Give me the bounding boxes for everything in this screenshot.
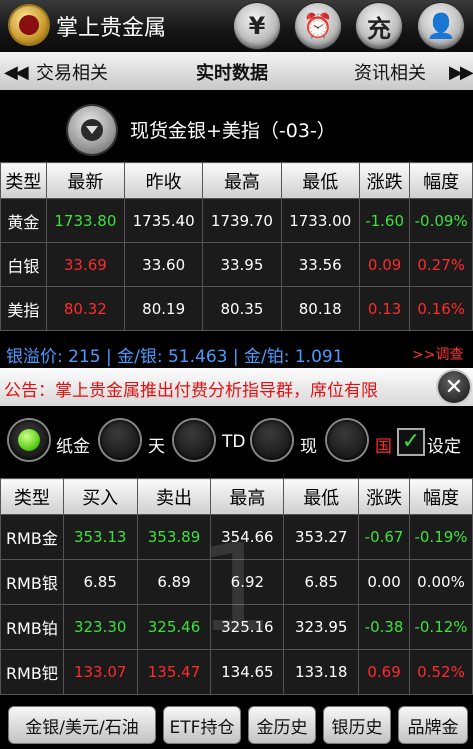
radio-paper-gold[interactable] <box>9 420 49 460</box>
cell-latest: 1733.80 <box>45 198 126 243</box>
cell-change: 0.00 <box>358 559 411 605</box>
cell-change: -0.67 <box>358 514 411 560</box>
cell-type: RMB金 <box>0 514 64 560</box>
gold-history-button[interactable]: 金历史 <box>248 706 316 744</box>
col-header: 最新 <box>45 162 126 199</box>
notice-text[interactable]: 公告：掌上贵金属推出付费分析指导群，席位有限 <box>4 376 378 401</box>
radio-label-paper-gold: 纸金 <box>56 437 90 457</box>
col-header: 买入 <box>62 478 138 515</box>
cell-buy: 6.85 <box>62 559 138 605</box>
cell-pct: 0.16% <box>409 286 473 331</box>
radio-tian[interactable] <box>100 420 140 460</box>
radio-label-guo: 国 <box>375 437 392 457</box>
radio-label-td: TD <box>222 432 246 452</box>
cell-high: 80.35 <box>202 286 282 331</box>
tab-realtime[interactable]: 实时数据 <box>196 59 268 85</box>
col-header: 涨跌 <box>358 478 411 515</box>
tab-trade[interactable]: 交易相关 <box>36 59 108 85</box>
cell-high: 33.95 <box>202 242 282 287</box>
brand-gold-button[interactable]: 品牌金 <box>398 706 468 744</box>
cell-pct: -0.12% <box>409 604 473 650</box>
chevron-down-icon <box>81 119 103 141</box>
cell-change: -0.38 <box>358 604 411 650</box>
cell-change: 0.09 <box>358 242 411 287</box>
settings-checkbox[interactable]: ✓ <box>397 428 425 456</box>
cell-pct: -0.09% <box>409 198 473 243</box>
cell-type: 美指 <box>0 286 47 331</box>
cell-prev: 33.60 <box>124 242 204 287</box>
table-row[interactable]: 美指 80.32 80.19 80.35 80.18 0.13 0.16% <box>0 286 473 331</box>
recharge-button[interactable]: 充 <box>356 3 402 49</box>
cell-low: 33.56 <box>280 242 360 287</box>
radio-spot[interactable] <box>252 420 292 460</box>
tab-news[interactable]: 资讯相关 <box>354 59 426 85</box>
cell-type: RMB钯 <box>0 649 64 695</box>
cell-type: 黄金 <box>0 198 47 243</box>
page-watermark: 1 <box>198 520 275 659</box>
col-header: 最高 <box>202 162 282 199</box>
cell-latest: 33.69 <box>45 242 126 287</box>
cell-prev: 80.19 <box>124 286 204 331</box>
survey-link[interactable]: >>调查 <box>412 344 463 364</box>
gold-silver-usd-oil-button[interactable]: 金银/美元/石油 <box>8 706 156 744</box>
cell-pct: -0.19% <box>409 514 473 560</box>
cell-buy: 323.30 <box>62 604 138 650</box>
cell-pct: 0.00% <box>409 559 473 605</box>
cell-latest: 80.32 <box>45 286 126 331</box>
cell-prev: 1735.40 <box>124 198 204 243</box>
table-row[interactable]: 黄金 1733.80 1735.40 1739.70 1733.00 -1.60… <box>0 198 473 243</box>
cell-low: 1733.00 <box>280 198 360 243</box>
spot-quote-table: 类型 最新 昨收 最高 最低 涨跌 幅度 黄金 1733.80 1735.40 … <box>0 162 473 331</box>
tab-bar: ◀◀ 交易相关 实时数据 资讯相关 ▶▶ <box>0 52 473 91</box>
cell-pct: 0.52% <box>409 649 473 695</box>
col-header: 类型 <box>0 478 64 515</box>
spread-text: 银溢价: 215 | 金/银: 51.463 | 金/铂: 1.091 <box>6 347 344 367</box>
left-double-arrow-icon: ◀◀ <box>4 62 29 83</box>
dropdown-button[interactable] <box>68 106 116 154</box>
notice-bar: 公告：掌上贵金属推出付费分析指导群，席位有限 ✕ <box>0 368 473 406</box>
col-header: 类型 <box>0 162 47 199</box>
right-double-arrow-icon: ▶▶ <box>449 62 473 83</box>
cell-type: RMB银 <box>0 559 64 605</box>
silver-history-button[interactable]: 银历史 <box>323 706 391 744</box>
col-header: 最高 <box>210 478 285 515</box>
radio-guo[interactable] <box>327 420 367 460</box>
cell-type: 白银 <box>0 242 47 287</box>
cell-buy: 353.13 <box>62 514 138 560</box>
close-icon[interactable]: ✕ <box>438 371 470 403</box>
radio-label-tian: 天 <box>148 437 165 457</box>
col-header: 最低 <box>280 162 360 199</box>
cell-buy: 133.07 <box>62 649 138 695</box>
cell-low: 353.27 <box>283 514 360 560</box>
alarm-clock-button[interactable]: ⏰ <box>295 3 341 49</box>
spread-bar: 银溢价: 215 | 金/银: 51.463 | 金/铂: 1.091 >>调查 <box>0 338 473 368</box>
app-title: 掌上贵金属 <box>56 16 167 41</box>
cell-pct: 0.27% <box>409 242 473 287</box>
user-button[interactable]: 👤 <box>418 3 464 49</box>
app-logo-icon <box>10 6 48 44</box>
cell-high: 1739.70 <box>202 198 282 243</box>
col-header: 最低 <box>283 478 360 515</box>
radio-label-spot: 现 <box>300 437 317 457</box>
cell-low: 323.95 <box>283 604 360 650</box>
cell-low: 80.18 <box>280 286 360 331</box>
title-bar: 掌上贵金属 ¥ ⏰ 充 👤 <box>0 0 473 53</box>
col-header: 幅度 <box>409 162 473 199</box>
cell-change: 0.13 <box>358 286 411 331</box>
cell-change: 0.69 <box>358 649 411 695</box>
cell-type: RMB铂 <box>0 604 64 650</box>
market-selector-label[interactable]: 现货金银+美指（-03-） <box>130 116 336 143</box>
col-header: 昨收 <box>124 162 204 199</box>
col-header: 卖出 <box>136 478 212 515</box>
settings-label[interactable]: 设定 <box>427 432 461 457</box>
price-button[interactable]: ¥ <box>234 3 280 49</box>
table-row[interactable]: 白银 33.69 33.60 33.95 33.56 0.09 0.27% <box>0 242 473 287</box>
radio-td[interactable] <box>174 420 214 460</box>
cell-change: -1.60 <box>358 198 411 243</box>
etf-holdings-button[interactable]: ETF持仓 <box>163 706 241 744</box>
col-header: 涨跌 <box>358 162 411 199</box>
col-header: 幅度 <box>409 478 473 515</box>
cell-low: 6.85 <box>283 559 360 605</box>
cell-low: 133.18 <box>283 649 360 695</box>
